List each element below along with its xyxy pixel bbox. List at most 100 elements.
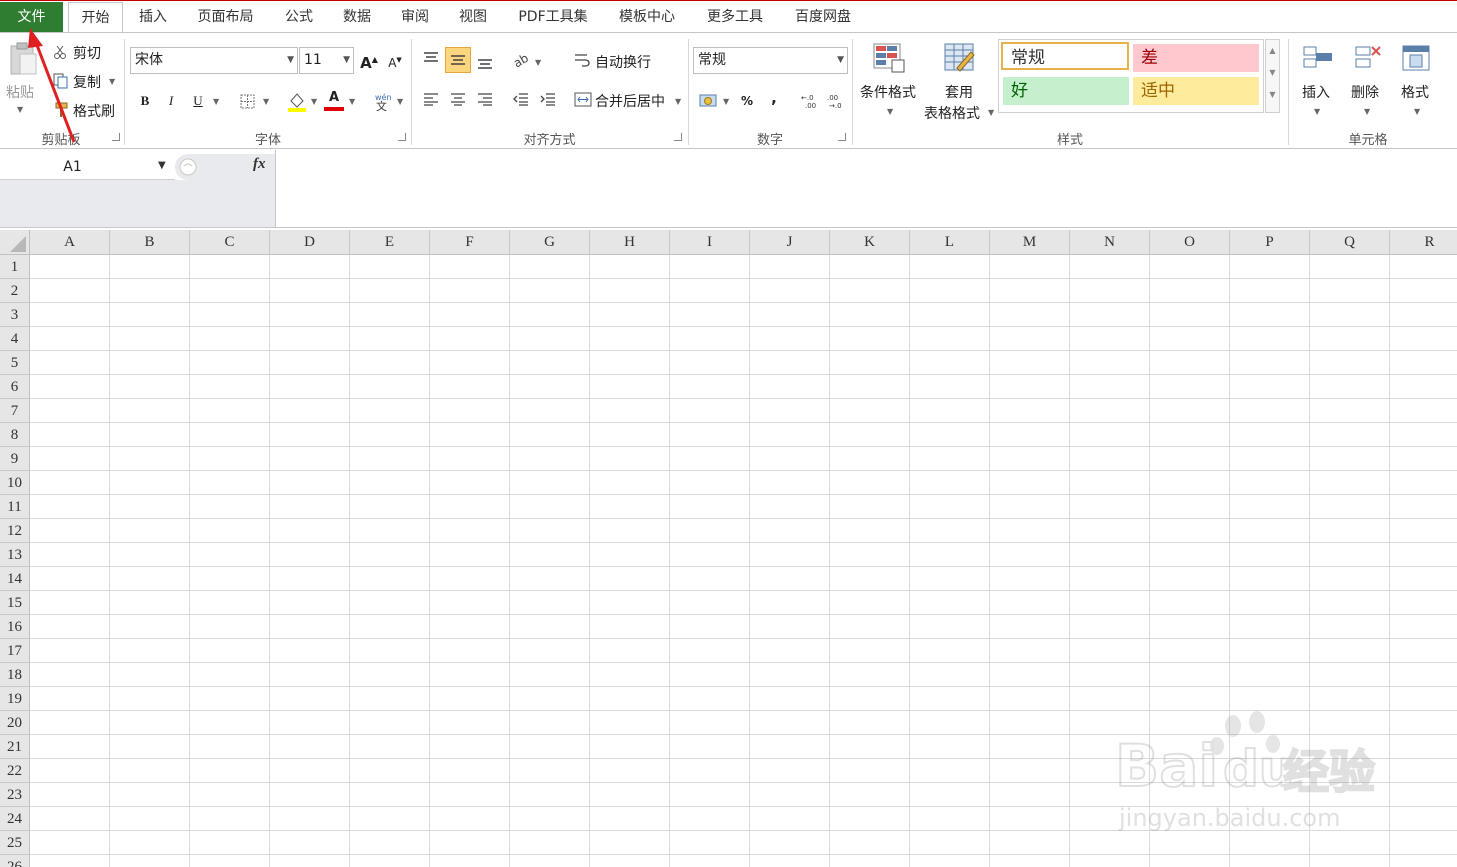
column-header[interactable]: M: [990, 230, 1070, 255]
row-header[interactable]: 24: [0, 807, 30, 831]
column-header[interactable]: E: [350, 230, 430, 255]
row-header[interactable]: 16: [0, 615, 30, 639]
shrink-font-button[interactable]: A▼: [383, 49, 407, 71]
tab-data[interactable]: 数据: [332, 2, 382, 33]
row-header[interactable]: 22: [0, 759, 30, 783]
row-header[interactable]: 7: [0, 399, 30, 423]
gallery-more-icon[interactable]: ▼: [1266, 84, 1279, 106]
row-header[interactable]: 2: [0, 279, 30, 303]
fill-color-icon[interactable]: [286, 91, 308, 113]
delete-dropdown-icon[interactable]: ▼: [1364, 107, 1370, 116]
column-header[interactable]: J: [750, 230, 830, 255]
tab-insert[interactable]: 插入: [128, 2, 178, 33]
tab-view[interactable]: 视图: [448, 2, 498, 33]
table-format-button[interactable]: 表格格式: [924, 103, 980, 123]
wrap-text-button[interactable]: 自动换行: [595, 52, 651, 72]
font-name-combo[interactable]: 宋体 ▼: [130, 47, 298, 74]
row-header[interactable]: 4: [0, 327, 30, 351]
align-bottom-icon[interactable]: [477, 57, 493, 69]
tab-more-tools[interactable]: 更多工具: [696, 2, 774, 33]
border-icon[interactable]: [240, 94, 255, 109]
gallery-scrollbar[interactable]: ▲ ▼ ▼: [1265, 39, 1280, 113]
decrease-decimal-icon[interactable]: .00→.0: [827, 93, 847, 109]
row-header[interactable]: 6: [0, 375, 30, 399]
insert-cells-button[interactable]: 插入: [1302, 82, 1330, 102]
row-header[interactable]: 8: [0, 423, 30, 447]
column-header[interactable]: I: [670, 230, 750, 255]
underline-dropdown-icon[interactable]: ▼: [213, 97, 219, 106]
collapse-icon[interactable]: [179, 158, 197, 176]
increase-indent-icon[interactable]: [540, 93, 556, 106]
tab-page-layout[interactable]: 页面布局: [188, 2, 263, 33]
format-cells-button[interactable]: 格式: [1401, 82, 1429, 102]
tab-pdf-tools[interactable]: PDF工具集: [508, 2, 598, 33]
row-header[interactable]: 1: [0, 255, 30, 279]
tab-template-center[interactable]: 模板中心: [608, 2, 686, 33]
border-dropdown-icon[interactable]: ▼: [263, 97, 269, 106]
underline-button[interactable]: U: [186, 90, 210, 112]
row-header[interactable]: 11: [0, 495, 30, 519]
gallery-up-icon[interactable]: ▲: [1266, 40, 1279, 62]
column-header[interactable]: A: [30, 230, 110, 255]
style-neutral[interactable]: 适中: [1133, 77, 1259, 105]
phonetic-dropdown-icon[interactable]: ▼: [397, 97, 403, 106]
insert-function-button[interactable]: fx: [253, 156, 266, 173]
row-header[interactable]: 23: [0, 783, 30, 807]
clipboard-launcher-icon[interactable]: [112, 133, 120, 141]
column-header[interactable]: D: [270, 230, 350, 255]
column-header[interactable]: O: [1150, 230, 1230, 255]
column-header[interactable]: L: [910, 230, 990, 255]
row-header[interactable]: 13: [0, 543, 30, 567]
style-normal[interactable]: 常规: [1001, 42, 1129, 70]
percent-button[interactable]: %: [735, 90, 759, 112]
insert-dropdown-icon[interactable]: ▼: [1314, 107, 1320, 116]
row-header[interactable]: 10: [0, 471, 30, 495]
table-format-label-1[interactable]: 套用: [945, 82, 973, 102]
orientation-icon[interactable]: ab: [512, 52, 532, 68]
row-header[interactable]: 18: [0, 663, 30, 687]
column-header[interactable]: R: [1390, 230, 1457, 255]
format-dropdown-icon[interactable]: ▼: [1414, 107, 1420, 116]
column-header[interactable]: C: [190, 230, 270, 255]
delete-cells-button[interactable]: 删除: [1351, 82, 1379, 102]
row-header[interactable]: 26: [0, 855, 30, 867]
align-middle-button[interactable]: [445, 47, 471, 73]
column-header[interactable]: Q: [1310, 230, 1390, 255]
column-header[interactable]: G: [510, 230, 590, 255]
merge-center-button[interactable]: 合并后居中: [595, 91, 665, 111]
conditional-format-button[interactable]: 条件格式: [860, 82, 916, 102]
merge-dropdown-icon[interactable]: ▼: [675, 97, 681, 106]
column-header[interactable]: K: [830, 230, 910, 255]
tab-baidu-netdisk[interactable]: 百度网盘: [784, 2, 862, 33]
row-header[interactable]: 12: [0, 519, 30, 543]
table-format-dropdown-icon[interactable]: ▼: [988, 108, 994, 117]
align-right-icon[interactable]: [477, 93, 493, 106]
row-header[interactable]: 14: [0, 567, 30, 591]
conditional-format-dropdown-icon[interactable]: ▼: [887, 107, 893, 116]
style-good[interactable]: 好: [1003, 77, 1129, 105]
number-launcher-icon[interactable]: [838, 133, 846, 141]
font-color-dropdown-icon[interactable]: ▼: [349, 97, 355, 106]
fill-color-dropdown-icon[interactable]: ▼: [311, 97, 317, 106]
column-header[interactable]: B: [110, 230, 190, 255]
align-left-icon[interactable]: [423, 93, 439, 106]
row-header[interactable]: 17: [0, 639, 30, 663]
align-top-icon[interactable]: [423, 52, 439, 64]
alignment-launcher-icon[interactable]: [674, 133, 682, 141]
currency-dropdown-icon[interactable]: ▼: [723, 97, 729, 106]
select-all-corner[interactable]: [0, 230, 30, 255]
phonetic-icon[interactable]: wén文: [373, 91, 393, 111]
grow-font-button[interactable]: A▲: [357, 49, 381, 72]
column-header[interactable]: P: [1230, 230, 1310, 255]
font-size-combo[interactable]: 11 ▼: [299, 47, 354, 74]
font-color-button[interactable]: A: [322, 87, 346, 109]
column-header[interactable]: F: [430, 230, 510, 255]
copy-dropdown-icon[interactable]: ▼: [109, 77, 115, 86]
italic-button[interactable]: I: [159, 90, 183, 112]
font-launcher-icon[interactable]: [398, 133, 406, 141]
row-header[interactable]: 9: [0, 447, 30, 471]
comma-button[interactable]: ,: [762, 87, 786, 109]
row-header[interactable]: 19: [0, 687, 30, 711]
column-header[interactable]: H: [590, 230, 670, 255]
row-header[interactable]: 3: [0, 303, 30, 327]
